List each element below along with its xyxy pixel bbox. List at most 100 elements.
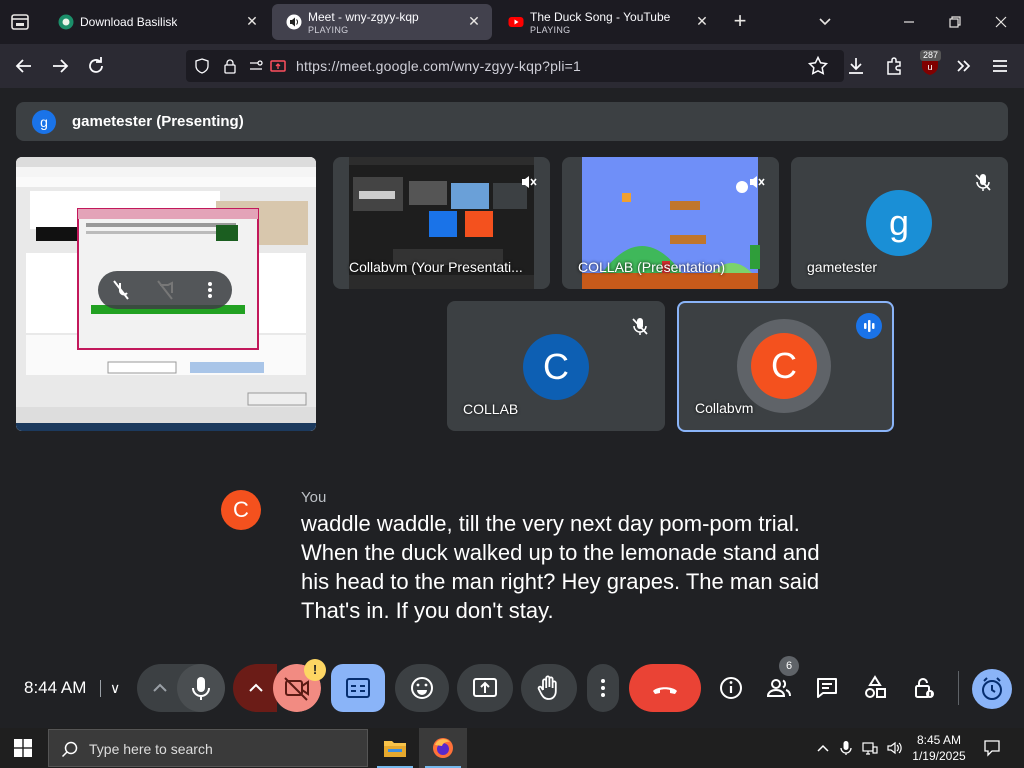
emoji-reaction-button[interactable] xyxy=(395,664,449,712)
tile-gametester[interactable]: g gametester xyxy=(791,157,1008,289)
nav-bar: https://meet.google.com/wny-zgyy-kqp?pli… xyxy=(0,44,1024,88)
more-options-button[interactable] xyxy=(587,664,619,712)
participant-avatar: g xyxy=(866,190,932,256)
people-icon[interactable] xyxy=(763,672,795,704)
participant-avatar: C xyxy=(523,334,589,400)
hamburger-menu-icon[interactable] xyxy=(988,54,1012,78)
tab-playing-status: PLAYING xyxy=(308,25,349,35)
notifications-icon[interactable] xyxy=(983,739,1001,757)
basilisk-favicon-icon xyxy=(58,14,74,30)
speaker-playing-icon[interactable] xyxy=(286,14,302,30)
reload-icon[interactable] xyxy=(84,54,108,78)
windows-taskbar: Type here to search 8:45 AM 1/19/2025 xyxy=(0,728,1024,768)
tab-youtube[interactable]: The Duck Song - YouTube PLAYING ✕ xyxy=(494,4,720,40)
speaking-indicator-icon xyxy=(856,313,882,339)
caption-speaker-name: You xyxy=(301,489,327,506)
tab-bar: Download Basilisk ✕ Meet - wny-zgyy-kqp … xyxy=(0,0,1024,44)
muted-mic-icon xyxy=(627,313,653,339)
search-icon xyxy=(61,740,79,763)
show-hidden-icons-chevron-icon[interactable] xyxy=(815,740,831,756)
microphone-button[interactable] xyxy=(177,664,225,712)
downloads-icon[interactable] xyxy=(844,54,868,78)
audio-settings-chevron-icon[interactable] xyxy=(137,664,181,712)
permissions-icon[interactable] xyxy=(248,58,264,74)
back-icon[interactable] xyxy=(12,54,36,78)
shared-screen-thumbnail xyxy=(16,157,316,431)
divider xyxy=(100,680,101,697)
forward-icon[interactable] xyxy=(48,54,72,78)
firefox-view-icon[interactable] xyxy=(8,10,32,34)
taskbar-clock[interactable]: 8:45 AM 1/19/2025 xyxy=(908,732,970,764)
meeting-details-info-icon[interactable] xyxy=(715,672,747,704)
close-window-icon[interactable] xyxy=(991,12,1011,32)
raise-hand-button[interactable] xyxy=(521,664,577,712)
caption-text: waddle waddle, till the very next day po… xyxy=(301,511,820,623)
tile-name-label: Collabvm xyxy=(695,400,754,416)
divider xyxy=(958,671,959,705)
minimize-icon[interactable] xyxy=(899,12,919,32)
leave-call-button[interactable] xyxy=(629,664,701,712)
close-tab-icon[interactable]: ✕ xyxy=(466,13,482,29)
taskbar-date: 1/19/2025 xyxy=(912,749,966,763)
address-bar[interactable]: https://meet.google.com/wny-zgyy-kqp?pli… xyxy=(186,50,844,82)
present-screen-button[interactable] xyxy=(457,664,513,712)
network-icon[interactable] xyxy=(862,740,878,756)
video-settings-chevron-icon[interactable] xyxy=(233,664,277,712)
tile-collab[interactable]: C COLLAB xyxy=(447,301,665,431)
list-all-tabs-icon[interactable] xyxy=(814,12,836,32)
tab-download-basilisk[interactable]: Download Basilisk ✕ xyxy=(44,4,270,40)
presenting-banner[interactable]: g gametester (Presenting) xyxy=(16,102,1008,141)
url-text[interactable]: https://meet.google.com/wny-zgyy-kqp?pli… xyxy=(296,58,581,74)
close-tab-icon[interactable]: ✕ xyxy=(244,13,260,29)
meeting-clock: 8:44 AM xyxy=(24,678,87,697)
search-placeholder: Type here to search xyxy=(89,741,213,757)
tile-collab-presentation[interactable]: COLLAB (Presentation) xyxy=(562,157,779,289)
windows-start-icon[interactable] xyxy=(14,739,32,757)
muted-mic-icon xyxy=(514,169,540,195)
restore-icon[interactable] xyxy=(945,12,965,32)
tile-collabvm[interactable]: C Collabvm xyxy=(677,301,894,432)
tile-name-label: Collabvm (Your Presentati... xyxy=(349,259,523,275)
svg-text:u: u xyxy=(927,62,932,72)
lock-icon[interactable] xyxy=(222,58,238,74)
captions-button[interactable] xyxy=(331,664,385,712)
taskbar-search-box[interactable]: Type here to search xyxy=(48,729,368,767)
taskbar-time: 8:45 AM xyxy=(916,733,962,747)
activities-shapes-icon[interactable] xyxy=(859,672,891,704)
caption-speaker-avatar: C xyxy=(221,490,261,530)
extensions-icon[interactable] xyxy=(882,54,906,78)
muted-mic-icon xyxy=(970,169,996,195)
presentation-main-tile[interactable] xyxy=(16,157,316,431)
tab-meet[interactable]: Meet - wny-zgyy-kqp PLAYING ✕ xyxy=(272,4,492,40)
close-tab-icon[interactable]: ✕ xyxy=(694,13,710,29)
camera-warning-badge[interactable]: ! xyxy=(304,659,326,681)
firefox-app[interactable] xyxy=(419,728,467,768)
extension-badge-count: 287 xyxy=(920,50,942,61)
meeting-code-chevron[interactable]: ∨ xyxy=(110,680,120,697)
screen-sharing-icon[interactable] xyxy=(270,58,286,74)
new-tab-icon[interactable]: + xyxy=(728,10,752,34)
tab-title: The Duck Song - YouTube xyxy=(530,10,671,24)
muted-mic-icon xyxy=(742,169,768,195)
microphone-in-use-icon[interactable] xyxy=(838,740,854,756)
presenter-name: gametester (Presenting) xyxy=(72,113,244,130)
file-explorer-app[interactable] xyxy=(371,728,419,768)
tab-playing-status: PLAYING xyxy=(530,25,571,35)
host-controls-lock-icon[interactable] xyxy=(907,672,939,704)
chat-icon[interactable] xyxy=(811,672,843,704)
volume-icon[interactable] xyxy=(886,740,902,756)
folder-icon xyxy=(384,741,406,757)
bookmark-star-icon[interactable] xyxy=(806,54,830,78)
microphone-control xyxy=(137,664,225,712)
tile-name-label: COLLAB xyxy=(463,401,519,417)
participant-avatar: C xyxy=(751,333,817,399)
tile-name-label: COLLAB (Presentation) xyxy=(578,259,726,275)
tab-title: Meet - wny-zgyy-kqp xyxy=(308,10,419,24)
firefox-icon xyxy=(433,738,453,758)
companion-timer-icon[interactable] xyxy=(972,669,1012,709)
more-tools-chevron-icon[interactable] xyxy=(952,54,976,78)
tab-title: Download Basilisk xyxy=(80,15,178,29)
tracking-protection-shield-icon[interactable] xyxy=(194,58,210,74)
tile-collabvm-presentation[interactable]: Collabvm (Your Presentati... xyxy=(333,157,550,289)
tile-name-label: gametester xyxy=(807,259,878,275)
